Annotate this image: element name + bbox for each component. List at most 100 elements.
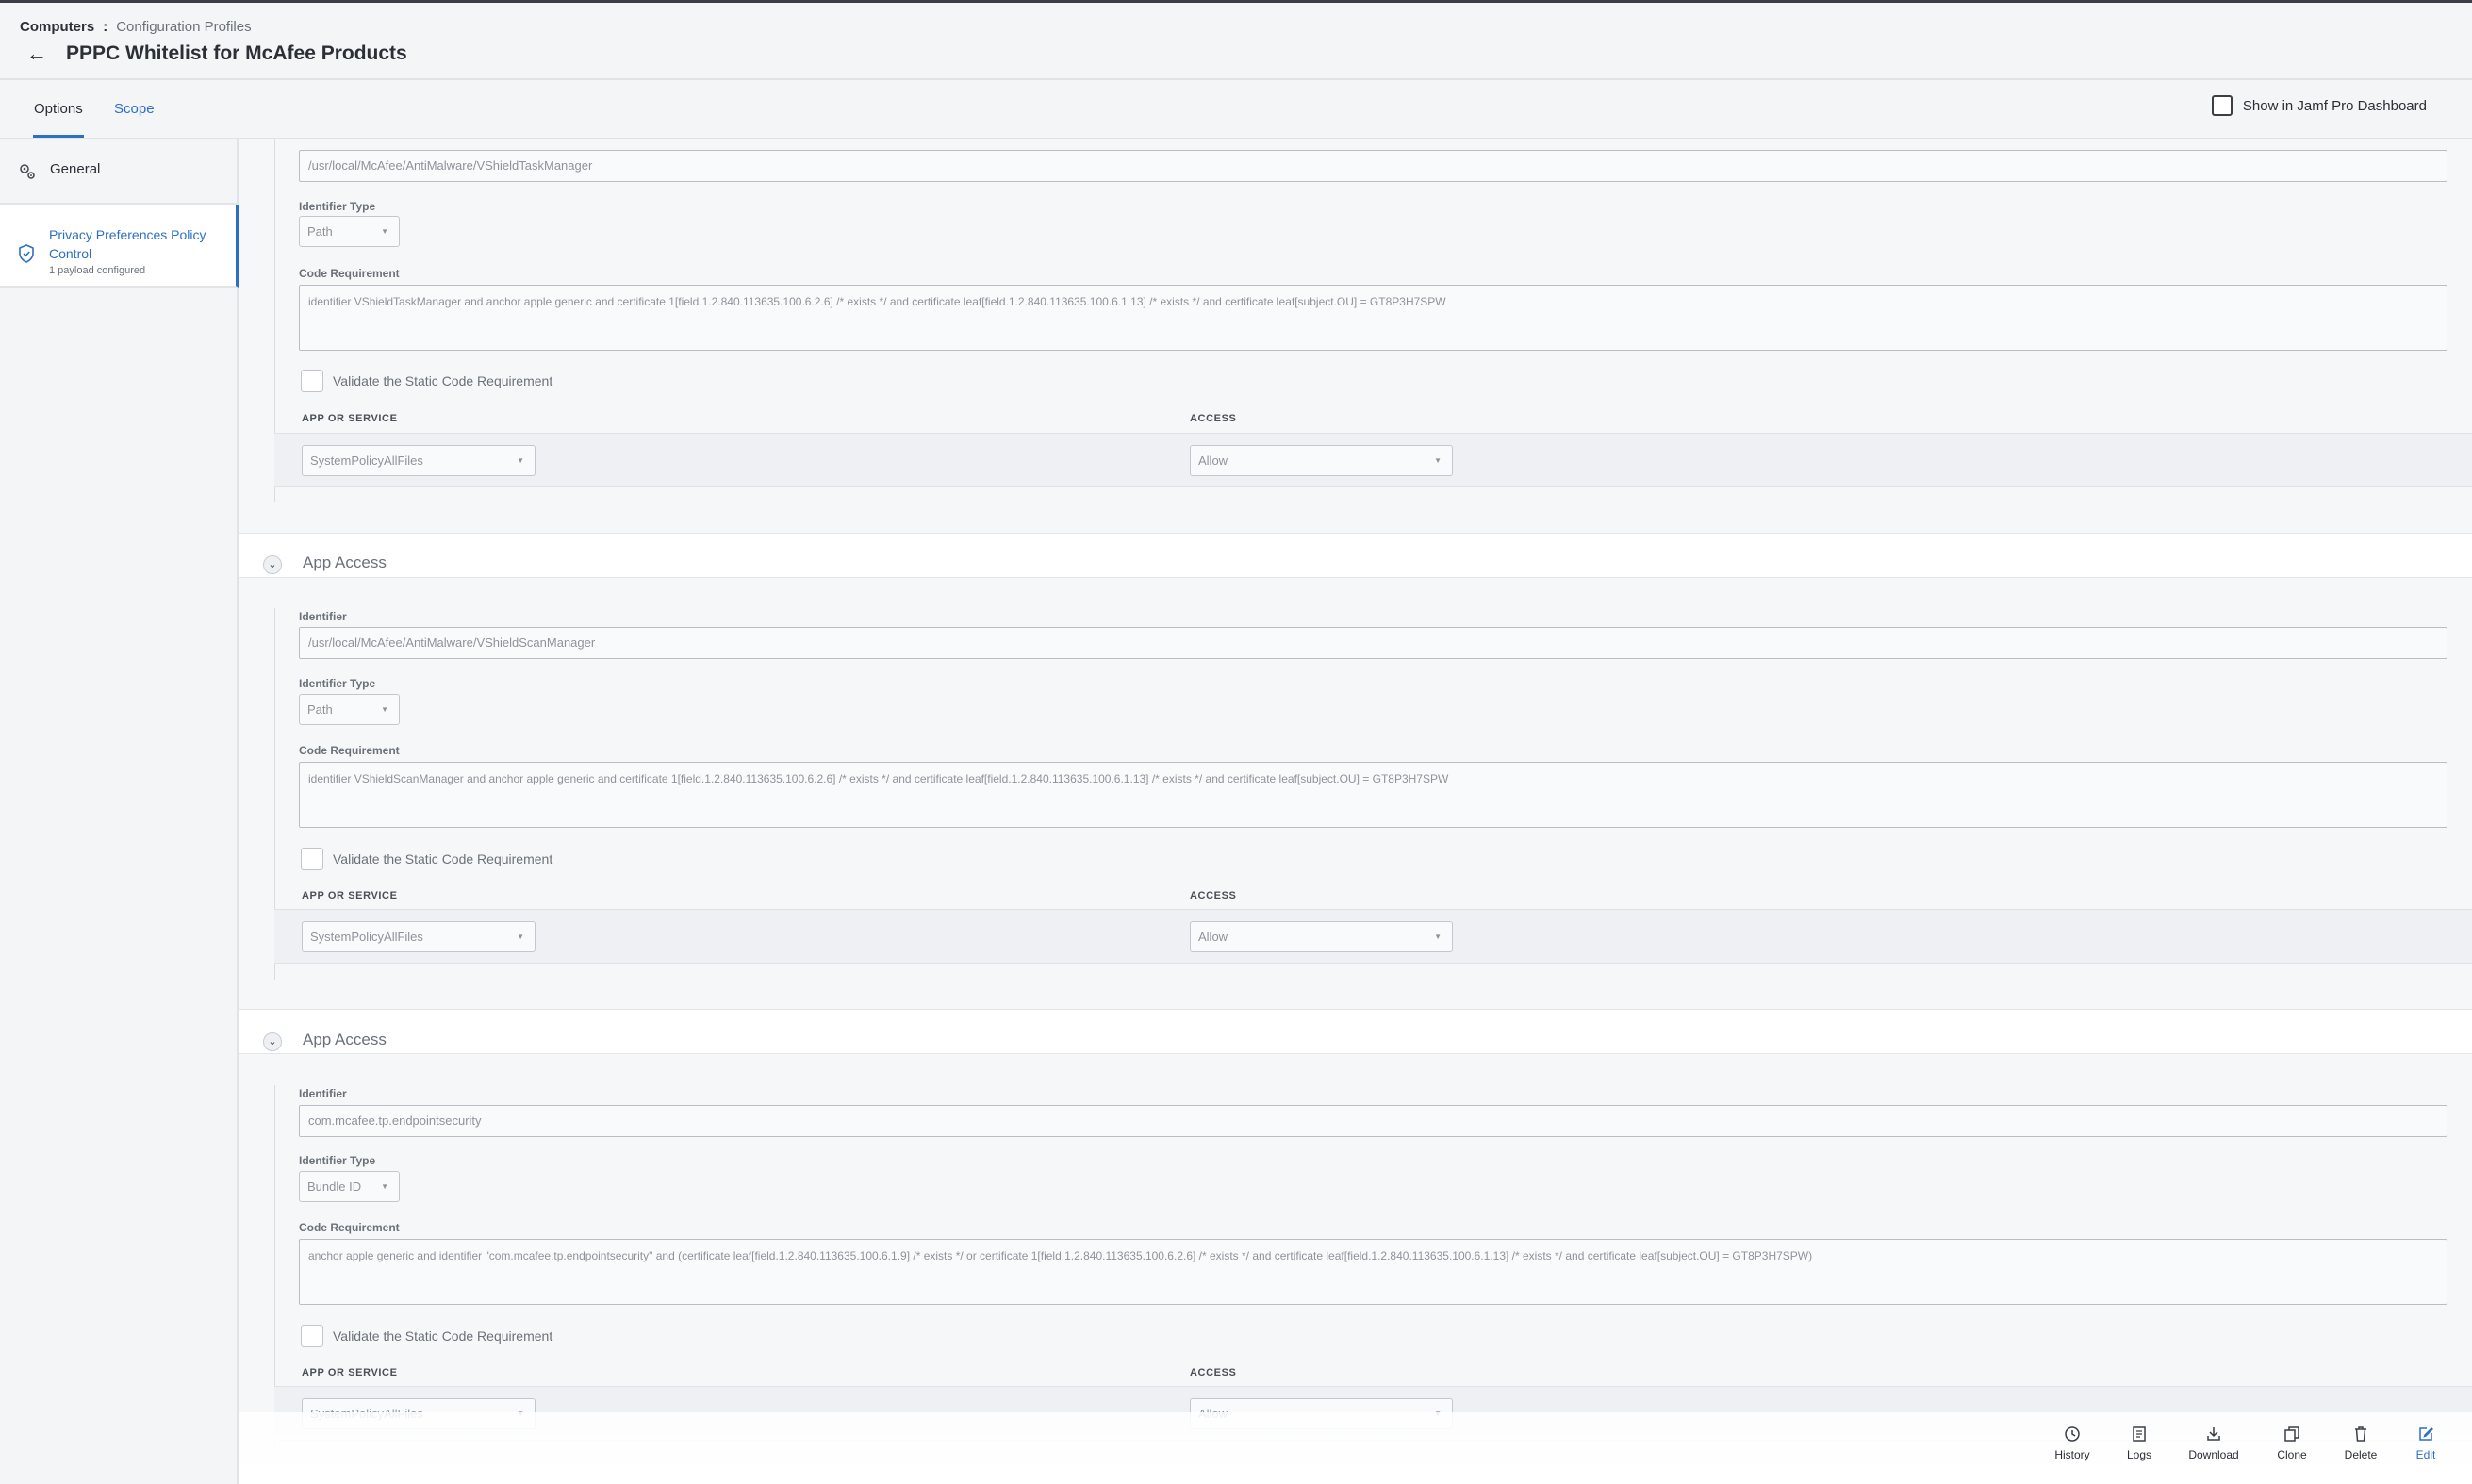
page-header: Computers : Configuration Profiles ← PPP… [0, 3, 2472, 80]
page-title: PPPC Whitelist for McAfee Products [66, 42, 407, 64]
validate-label: Validate the Static Code Requirement [333, 373, 553, 388]
clone-label: Clone [2277, 1448, 2307, 1461]
identifier-type-value: Path [307, 702, 333, 717]
access-header: ACCESS [1190, 1367, 1237, 1378]
code-requirement-label: Code Requirement [299, 267, 400, 280]
identifier-field[interactable]: /usr/local/McAfee/AntiMalware/VShieldSca… [299, 627, 2447, 659]
history-button[interactable]: History [2039, 1426, 2105, 1461]
identifier-label: Identifier [299, 1087, 347, 1100]
shield-icon [19, 244, 34, 263]
identifier-type-select[interactable]: Path ▼ [299, 694, 400, 725]
breadcrumb-configuration-profiles[interactable]: Configuration Profiles [116, 19, 251, 35]
access-header: ACCESS [1190, 890, 1237, 901]
clone-button[interactable]: Clone [2259, 1426, 2325, 1461]
identifier-label: Identifier [299, 610, 347, 623]
breadcrumb: Computers : Configuration Profiles [20, 19, 252, 35]
app-or-service-header: APP OR SERVICE [302, 890, 398, 901]
validate-static-code-checkbox[interactable]: Validate the Static Code Requirement [301, 848, 552, 870]
collapse-chevron-icon[interactable]: ⌄ [263, 1032, 282, 1051]
delete-button[interactable]: Delete [2328, 1426, 2394, 1461]
access-select[interactable]: Allow ▼ [1190, 445, 1453, 476]
clone-icon [2284, 1426, 2299, 1442]
service-select[interactable]: SystemPolicyAllFiles ▼ [302, 921, 536, 952]
main-content[interactable]: /usr/local/McAfee/AntiMalware/VShieldTas… [239, 139, 2472, 1484]
title-row: ← PPPC Whitelist for McAfee Products [26, 42, 407, 65]
table-row: SystemPolicyAllFiles ▼ Allow ▼ [274, 909, 2472, 964]
identifier-type-select[interactable]: Path ▼ [299, 216, 400, 247]
logs-icon [2133, 1426, 2146, 1442]
app-access-section-header: ⌄ App Access [239, 535, 2472, 591]
breadcrumb-computers[interactable]: Computers [20, 19, 94, 35]
app-or-service-header: APP OR SERVICE [302, 1367, 398, 1378]
payload-count: 1 payload configured [49, 265, 146, 276]
chevron-down-icon: ▼ [517, 932, 524, 941]
service-value: SystemPolicyAllFiles [310, 930, 423, 944]
checkbox[interactable] [301, 370, 323, 392]
identifier-type-label: Identifier Type [299, 677, 376, 690]
edit-label: Edit [2415, 1448, 2436, 1461]
chevron-down-icon: ▼ [381, 1182, 388, 1191]
validate-static-code-checkbox[interactable]: Validate the Static Code Requirement [301, 370, 552, 392]
collapse-chevron-icon[interactable]: ⌄ [263, 555, 282, 574]
validate-static-code-checkbox[interactable]: Validate the Static Code Requirement [301, 1325, 552, 1347]
code-requirement-label: Code Requirement [299, 1221, 400, 1234]
table-row: SystemPolicyAllFiles ▼ Allow ▼ [274, 433, 2472, 487]
sidebar-item-label: General [50, 161, 101, 177]
access-select[interactable]: Allow ▼ [1190, 921, 1453, 952]
code-requirement-field[interactable]: anchor apple generic and identifier "com… [299, 1239, 2447, 1305]
identifier-type-value: Bundle ID [307, 1179, 362, 1194]
sidebar-item-label: Privacy Preferences Policy Control [49, 227, 206, 261]
delete-label: Delete [2344, 1448, 2378, 1461]
payload-sidebar: General Privacy Preferences Policy Contr… [0, 139, 239, 1484]
sidebar-item-general[interactable]: General [0, 139, 237, 205]
validate-label: Validate the Static Code Requirement [333, 851, 553, 866]
chevron-down-icon: ▼ [517, 456, 524, 465]
identifier-type-value: Path [307, 224, 333, 239]
download-label: Download [2188, 1448, 2239, 1461]
tab-options[interactable]: Options [33, 80, 84, 138]
identifier-field[interactable]: com.mcafee.tp.endpointsecurity [299, 1105, 2447, 1137]
tab-scope[interactable]: Scope [114, 80, 155, 138]
access-value: Allow [1198, 930, 1228, 944]
edit-icon [2419, 1427, 2433, 1441]
back-arrow-icon[interactable]: ← [26, 43, 47, 64]
breadcrumb-separator: : [103, 19, 108, 35]
trash-icon [2355, 1426, 2366, 1442]
checkbox[interactable] [301, 848, 323, 870]
section-title: App Access [303, 553, 387, 571]
identifier-type-label: Identifier Type [299, 200, 376, 213]
app-or-service-header: APP OR SERVICE [302, 413, 398, 424]
code-requirement-field[interactable]: identifier VShieldScanManager and anchor… [299, 762, 2447, 828]
access-value: Allow [1198, 453, 1228, 468]
chevron-down-icon: ▼ [1434, 932, 1442, 941]
access-header: ACCESS [1190, 413, 1237, 424]
sidebar-item-pppc[interactable]: Privacy Preferences Policy Control 1 pay… [0, 205, 239, 288]
app-access-section-header: ⌄ App Access [239, 1012, 2472, 1068]
checkbox[interactable] [301, 1325, 323, 1347]
gears-icon [20, 164, 35, 179]
service-value: SystemPolicyAllFiles [310, 453, 423, 468]
download-button[interactable]: Download [2181, 1426, 2247, 1461]
identifier-type-label: Identifier Type [299, 1154, 376, 1167]
action-bar: History Logs Download Clone Delete Edit [239, 1412, 2472, 1484]
chevron-down-icon: ▼ [1434, 456, 1442, 465]
logs-label: Logs [2126, 1448, 2152, 1461]
show-in-dashboard-label: Show in Jamf Pro Dashboard [2242, 97, 2427, 114]
download-icon [2207, 1427, 2220, 1441]
history-label: History [2054, 1448, 2090, 1461]
validate-label: Validate the Static Code Requirement [333, 1328, 553, 1344]
section-title: App Access [303, 1031, 387, 1048]
code-requirement-field[interactable]: identifier VShieldTaskManager and anchor… [299, 285, 2447, 351]
history-icon [2065, 1426, 2080, 1442]
identifier-type-select[interactable]: Bundle ID ▼ [299, 1171, 400, 1202]
show-in-dashboard-toggle[interactable]: Show in Jamf Pro Dashboard [2211, 95, 2427, 116]
show-in-dashboard-checkbox[interactable] [2211, 95, 2233, 116]
service-select[interactable]: SystemPolicyAllFiles ▼ [302, 445, 536, 476]
logs-button[interactable]: Logs [2106, 1426, 2172, 1461]
chevron-down-icon: ▼ [381, 227, 388, 236]
code-requirement-label: Code Requirement [299, 744, 400, 757]
identifier-field[interactable]: /usr/local/McAfee/AntiMalware/VShieldTas… [299, 150, 2447, 182]
edit-button[interactable]: Edit [2393, 1426, 2459, 1461]
chevron-down-icon: ▼ [381, 705, 388, 714]
tab-bar: Options Scope Show in Jamf Pro Dashboard [0, 80, 2472, 139]
